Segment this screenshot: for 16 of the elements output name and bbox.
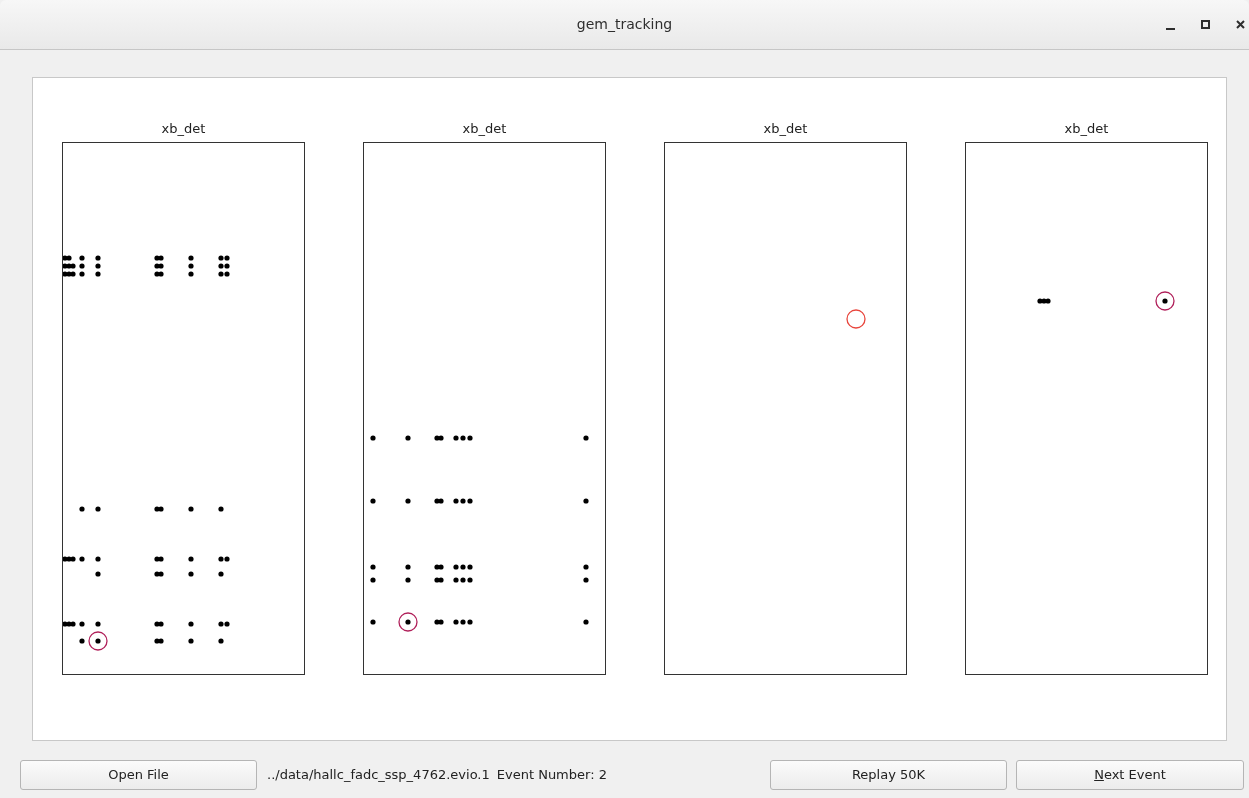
push-button[interactable]: Replay 50K	[770, 760, 1007, 790]
plot-title: xb_det	[462, 120, 507, 138]
window-title: gem_tracking	[576, 15, 673, 34]
close-icon[interactable]	[1236, 20, 1245, 29]
plot-title: xb_det	[1064, 120, 1109, 138]
ring-marker	[846, 309, 866, 329]
event-number: Event Number: 2	[496, 766, 607, 785]
plot-title: xb_det	[161, 120, 206, 138]
file-path: ../data/hallc_fadc_ssp_4762.evio.1	[267, 766, 490, 785]
push-button[interactable]: Open File	[20, 760, 257, 790]
maximize-icon[interactable]	[1201, 20, 1210, 29]
ring-marker	[398, 612, 418, 632]
plot-title: xb_det	[763, 120, 808, 138]
ring-marker	[88, 631, 108, 651]
push-button[interactable]: Next Event	[1016, 760, 1244, 790]
ring-marker	[1155, 291, 1175, 311]
